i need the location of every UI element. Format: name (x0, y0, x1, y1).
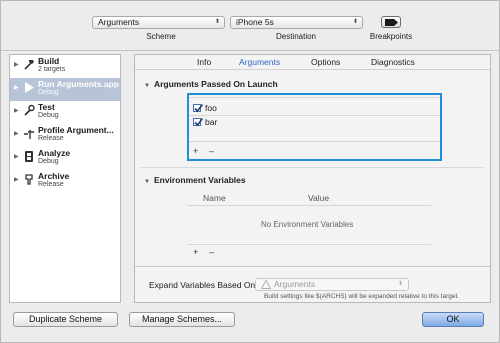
sidebar-item-title: Build (38, 56, 60, 66)
disclosure-triangle-icon[interactable]: ▼ (144, 179, 150, 185)
argument-row-foo[interactable]: foo (191, 102, 438, 115)
sidebar-item-title: Archive (38, 171, 70, 181)
tab-arguments[interactable]: Arguments (239, 57, 280, 67)
checkmark-icon (194, 104, 203, 113)
breakpoint-icon (385, 19, 398, 26)
tab-info[interactable]: Info (197, 57, 211, 67)
arguments-list: foo bar + – (187, 93, 442, 161)
row-divider (189, 97, 440, 98)
disclosure-triangle-icon[interactable]: ▶ (14, 176, 19, 183)
expand-variables-popup[interactable]: Arguments ⬍ (255, 278, 409, 291)
tab-options[interactable]: Options (311, 57, 340, 67)
tab-bar: Info Arguments Options Diagnostics (135, 55, 490, 69)
add-env-button[interactable]: + (193, 247, 198, 257)
play-icon (25, 82, 34, 93)
env-section-header[interactable]: ▼ Environment Variables (144, 175, 246, 185)
analyze-icon (25, 151, 33, 162)
tab-diagnostics[interactable]: Diagnostics (371, 57, 415, 67)
destination-label: Destination (275, 32, 317, 41)
argument-text[interactable]: bar (205, 117, 217, 127)
expand-variables-hint: Build settings like $(ARCHS) will be exp… (264, 293, 460, 300)
remove-env-button[interactable]: – (209, 247, 214, 257)
sidebar-item-subtitle: Debug (38, 112, 59, 119)
instruments-icon (24, 130, 34, 139)
sidebar-item-subtitle: Release (38, 181, 64, 188)
tab-divider (135, 69, 490, 70)
disclosure-triangle-icon[interactable]: ▶ (14, 61, 19, 68)
arguments-section-title: Arguments Passed On Launch (153, 79, 278, 89)
sidebar-item-subtitle: Debug (38, 89, 59, 96)
add-argument-button[interactable]: + (193, 146, 198, 156)
disclosure-triangle-icon[interactable]: ▶ (14, 153, 19, 160)
edit-scheme-window: Arguments ⬍ Scheme iPhone 5s ⬍ Destinati… (0, 0, 500, 343)
sidebar-item-build[interactable]: ▶ Build 2 targets (10, 55, 120, 78)
argument-row-bar[interactable]: bar (191, 116, 438, 129)
sidebar-item-title: Profile Argument... (38, 125, 114, 135)
scheme-action-sidebar: ▶ Build 2 targets ▶ Run Arguments.app De… (9, 54, 121, 303)
row-divider (187, 244, 431, 245)
destination-popup[interactable]: iPhone 5s ⬍ (230, 16, 363, 29)
expand-variables-value: Arguments (274, 279, 316, 289)
archive-icon (25, 174, 33, 185)
disclosure-triangle-icon[interactable]: ▶ (14, 107, 19, 114)
sidebar-item-analyze[interactable]: ▶ Analyze Debug (10, 147, 120, 170)
row-divider (187, 205, 431, 206)
ok-button[interactable]: OK (422, 312, 484, 327)
section-divider (141, 167, 483, 168)
env-column-name: Name (203, 193, 226, 203)
sidebar-item-title: Test (38, 102, 55, 112)
scheme-popup[interactable]: Arguments ⬍ (92, 16, 225, 29)
sidebar-item-subtitle: Release (38, 135, 64, 142)
sidebar-item-subtitle: Debug (38, 158, 59, 165)
sidebar-item-title: Analyze (38, 148, 71, 158)
target-app-icon (261, 280, 271, 289)
sidebar-item-subtitle: 2 targets (38, 66, 66, 73)
sidebar-item-title: Run Arguments.app (38, 79, 119, 89)
sidebar-item-run[interactable]: ▶ Run Arguments.app Debug (10, 78, 120, 101)
checkmark-icon (194, 118, 203, 127)
breakpoints-label: Breakpoints (369, 32, 413, 41)
env-empty-text: No Environment Variables (261, 220, 354, 229)
argument-checkbox[interactable] (193, 118, 203, 127)
arguments-section-header[interactable]: ▼ Arguments Passed On Launch (144, 79, 278, 89)
remove-argument-button[interactable]: – (209, 146, 214, 156)
argument-checkbox[interactable] (193, 104, 203, 113)
env-column-value: Value (308, 193, 330, 203)
wrench-icon (24, 104, 35, 116)
popup-arrows-icon: ⬍ (352, 19, 358, 25)
breakpoints-toggle-button[interactable] (381, 16, 401, 28)
expand-variables-label: Expand Variables Based On (149, 280, 256, 290)
scheme-label: Scheme (146, 32, 176, 41)
disclosure-triangle-icon[interactable]: ▼ (144, 83, 150, 89)
sidebar-item-test[interactable]: ▶ Test Debug (10, 101, 120, 124)
argument-text[interactable]: foo (205, 103, 217, 113)
destination-popup-value: iPhone 5s (236, 17, 274, 27)
scheme-popup-value: Arguments (98, 17, 140, 27)
disclosure-triangle-icon[interactable]: ▶ (14, 84, 19, 91)
sidebar-item-archive[interactable]: ▶ Archive Release (10, 170, 120, 193)
popup-arrows-icon: ⬍ (397, 281, 403, 287)
env-section-title: Environment Variables (153, 175, 246, 185)
row-divider (189, 141, 440, 142)
hammer-icon (24, 60, 34, 70)
sidebar-item-profile[interactable]: ▶ Profile Argument... Release (10, 124, 120, 147)
section-divider (135, 266, 490, 267)
disclosure-triangle-icon[interactable]: ▶ (14, 130, 19, 137)
manage-schemes-button[interactable]: Manage Schemes... (129, 312, 235, 327)
duplicate-scheme-button[interactable]: Duplicate Scheme (13, 312, 118, 327)
toolbar-divider (1, 50, 499, 51)
popup-arrows-icon: ⬍ (214, 19, 220, 25)
